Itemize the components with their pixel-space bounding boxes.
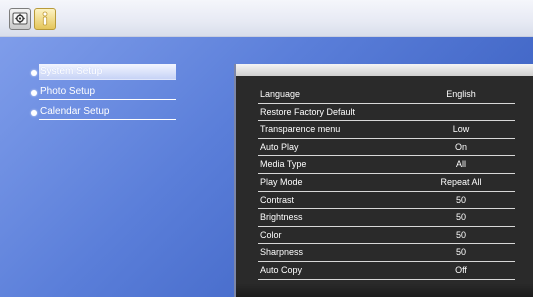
setting-row-restore-factory-default[interactable]: Restore Factory Default — [258, 104, 515, 122]
setting-name: Restore Factory Default — [260, 106, 356, 117]
menu-item-label: Calendar Setup — [39, 104, 176, 120]
main-content: System Setup Photo Setup Calendar Setup … — [0, 37, 533, 297]
setting-name: Play Mode — [260, 176, 303, 187]
setting-value: 50 — [455, 229, 466, 240]
bullet-icon — [31, 110, 37, 116]
setting-name: Contrast — [260, 194, 295, 205]
setup-menu: System Setup Photo Setup Calendar Setup — [27, 63, 177, 123]
setting-value: Repeat All — [440, 176, 482, 187]
setting-row-brightness[interactable]: Brightness 50 — [258, 209, 515, 227]
system-settings-panel: Language English Restore Factory Default… — [234, 64, 533, 297]
setting-name: Transparence menu — [260, 124, 341, 135]
setting-name: Auto Copy — [260, 264, 303, 275]
setting-row-contrast[interactable]: Contrast 50 — [258, 192, 515, 210]
setting-value: 50 — [455, 212, 466, 223]
setting-name: Brightness — [260, 212, 303, 223]
setting-value: 50 — [455, 194, 466, 205]
setting-row-color[interactable]: Color 50 — [258, 227, 515, 245]
photo-frame-setup-screen: System Setup Photo Setup Calendar Setup … — [0, 0, 533, 297]
bullet-icon — [31, 70, 37, 76]
setting-row-sharpness[interactable]: Sharpness 50 — [258, 244, 515, 262]
info-tab-icon[interactable] — [34, 8, 56, 30]
setting-value: English — [446, 89, 476, 99]
setting-name: Media Type — [260, 159, 307, 170]
menu-item-system-setup[interactable]: System Setup — [27, 63, 177, 83]
setting-value: Low — [452, 124, 470, 135]
setting-value: On — [454, 141, 467, 152]
panel-header-bar — [236, 64, 533, 76]
setting-name: Language — [260, 89, 301, 99]
setting-name: Sharpness — [260, 247, 304, 258]
setting-row-transparence-menu[interactable]: Transparence menu Low — [258, 121, 515, 139]
menu-item-label: System Setup — [39, 64, 176, 80]
bullet-icon — [31, 90, 37, 96]
info-icon — [42, 11, 48, 26]
gear-icon — [12, 12, 28, 25]
settings-list: Language English Restore Factory Default… — [258, 86, 515, 280]
setting-row-media-type[interactable]: Media Type All — [258, 156, 515, 174]
top-toolbar — [0, 0, 533, 37]
setting-row-auto-play[interactable]: Auto Play On — [258, 139, 515, 157]
setting-value: Off — [455, 264, 467, 275]
menu-item-calendar-setup[interactable]: Calendar Setup — [27, 103, 177, 123]
menu-item-label: Photo Setup — [39, 84, 176, 100]
setting-name: Auto Play — [260, 141, 299, 152]
setting-row-language[interactable]: Language English — [258, 86, 515, 104]
setting-value: 50 — [455, 247, 466, 258]
setting-row-auto-copy[interactable]: Auto Copy Off — [258, 262, 515, 280]
setting-name: Color — [260, 229, 282, 240]
settings-tab-icon[interactable] — [9, 8, 31, 30]
setting-row-play-mode[interactable]: Play Mode Repeat All — [258, 174, 515, 192]
setting-value: All — [455, 159, 466, 170]
menu-item-photo-setup[interactable]: Photo Setup — [27, 83, 177, 103]
panel-bottom-shade — [236, 283, 533, 297]
